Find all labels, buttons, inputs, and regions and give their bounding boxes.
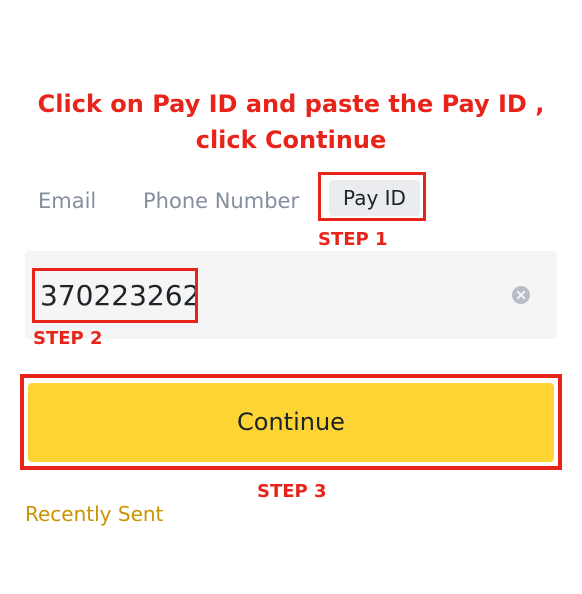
step1-highlight-box (318, 172, 426, 221)
instruction-line-1: Click on Pay ID and paste the Pay ID , (37, 90, 545, 118)
step1-label: STEP 1 (318, 229, 388, 250)
tab-email[interactable]: Email (38, 185, 96, 217)
step3-highlight-box (20, 374, 562, 470)
tab-phone-number[interactable]: Phone Number (143, 185, 299, 217)
step3-label: STEP 3 (257, 481, 327, 502)
step2-label: STEP 2 (33, 328, 103, 349)
recently-sent-link[interactable]: Recently Sent (25, 501, 163, 527)
instruction-text: Click on Pay ID and paste the Pay ID , c… (0, 86, 582, 158)
instruction-line-2: click Continue (195, 126, 387, 154)
clear-icon[interactable] (512, 286, 530, 304)
step2-highlight-box (32, 268, 198, 323)
